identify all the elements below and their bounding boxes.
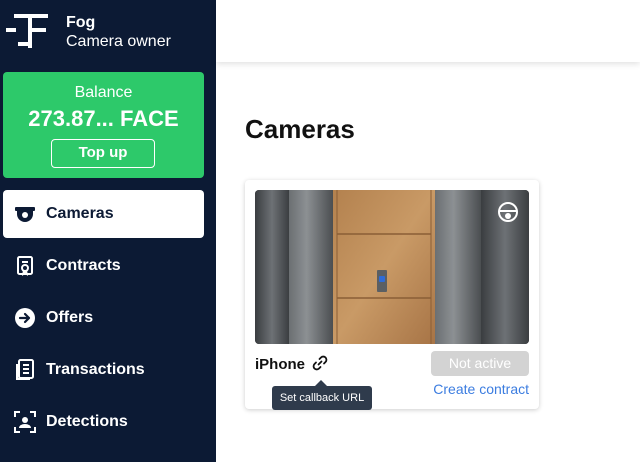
sidebar-item-label: Cameras: [46, 205, 114, 222]
create-contract-link[interactable]: Create contract: [433, 381, 529, 397]
link-icon[interactable]: [311, 354, 329, 372]
callback-url-tooltip: Set callback URL: [272, 386, 372, 410]
sidebar-item-offers[interactable]: Offers: [3, 294, 204, 342]
contract-icon: [13, 254, 37, 278]
sidebar-item-label: Detections: [46, 413, 128, 430]
brand-role: Camera owner: [66, 33, 171, 50]
camera-icon: [13, 202, 37, 226]
fog-logo-icon: [6, 14, 48, 48]
arrow-circle-icon: [13, 306, 37, 330]
sidebar-item-contracts[interactable]: Contracts: [3, 242, 204, 290]
sidebar-item-transactions[interactable]: Transactions: [3, 346, 204, 394]
camera-name: iPhone: [255, 356, 306, 373]
balance-card: Balance 273.87... FACE Top up: [3, 72, 204, 178]
balance-label: Balance: [74, 84, 133, 101]
status-badge: Not active: [431, 351, 529, 376]
sidebar-item-cameras[interactable]: Cameras: [3, 190, 204, 238]
balance-value: 273.87... FACE: [28, 106, 179, 131]
brand-name: Fog: [66, 14, 96, 31]
camera-card[interactable]: iPhone Not active Create contract: [245, 180, 539, 409]
sidebar-item-label: Contracts: [46, 257, 121, 274]
top-bar: [216, 0, 640, 62]
list-icon: [13, 358, 37, 382]
face-scan-icon: [13, 410, 37, 434]
camera-preview-image[interactable]: [255, 190, 529, 344]
sidebar-item-label: Transactions: [46, 361, 145, 378]
brand: Fog Camera owner: [0, 0, 216, 64]
page-title: Cameras: [245, 114, 355, 144]
sidebar-item-detections[interactable]: Detections: [3, 398, 204, 446]
top-up-button[interactable]: Top up: [51, 139, 155, 168]
sidebar: Fog Camera owner Balance 273.87... FACE …: [0, 0, 216, 462]
sidebar-item-label: Offers: [46, 309, 94, 326]
